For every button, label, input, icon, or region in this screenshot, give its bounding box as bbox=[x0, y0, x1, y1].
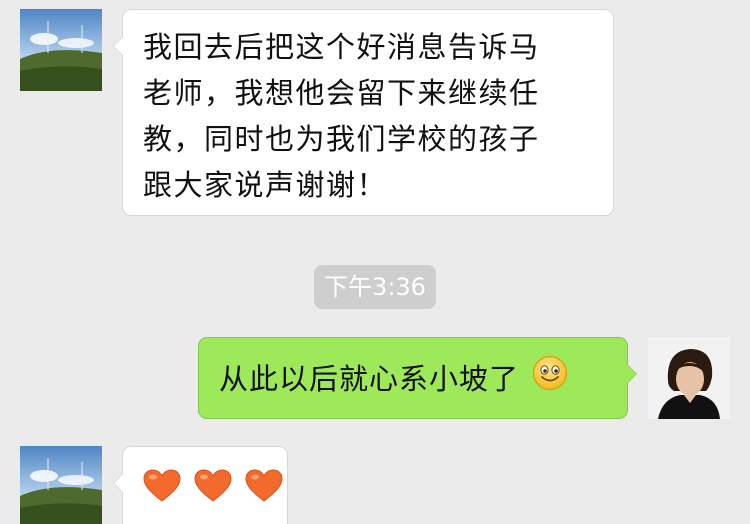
bubble-tail bbox=[113, 473, 123, 493]
message-line: 老师，我想他会留下来继续任 bbox=[143, 76, 540, 110]
heart-emoji-icon bbox=[143, 469, 181, 516]
smile-emoji-icon bbox=[532, 355, 568, 404]
my-avatar[interactable] bbox=[648, 337, 730, 419]
outgoing-message-bubble[interactable]: 从此以后就心系小坡了 bbox=[198, 337, 637, 419]
message-text: 从此以后就心系小坡了 bbox=[219, 362, 520, 396]
message-line: 跟大家说声谢谢！ bbox=[143, 168, 388, 202]
chat-window: 我回去后把这个好消息告诉马 老师，我想他会留下来继续任 教，同时也为我们学校的孩… bbox=[0, 0, 750, 524]
contact-avatar[interactable] bbox=[20, 446, 102, 524]
landscape-avatar-image bbox=[20, 9, 102, 91]
portrait-avatar-image bbox=[648, 337, 730, 419]
incoming-message-bubble[interactable] bbox=[113, 446, 288, 524]
timestamp-label: 下午3:36 bbox=[314, 265, 436, 309]
message-line: 教，同时也为我们学校的孩子 bbox=[143, 122, 540, 156]
contact-avatar[interactable] bbox=[20, 9, 102, 91]
heart-emoji-icon bbox=[245, 469, 283, 516]
incoming-message-bubble[interactable]: 我回去后把这个好消息告诉马 老师，我想他会留下来继续任 教，同时也为我们学校的孩… bbox=[113, 9, 614, 216]
message-line: 我回去后把这个好消息告诉马 bbox=[143, 30, 540, 64]
bubble-tail bbox=[627, 364, 637, 384]
landscape-avatar-image bbox=[20, 446, 102, 524]
heart-emoji-icon bbox=[194, 469, 232, 516]
bubble-tail bbox=[113, 36, 123, 56]
